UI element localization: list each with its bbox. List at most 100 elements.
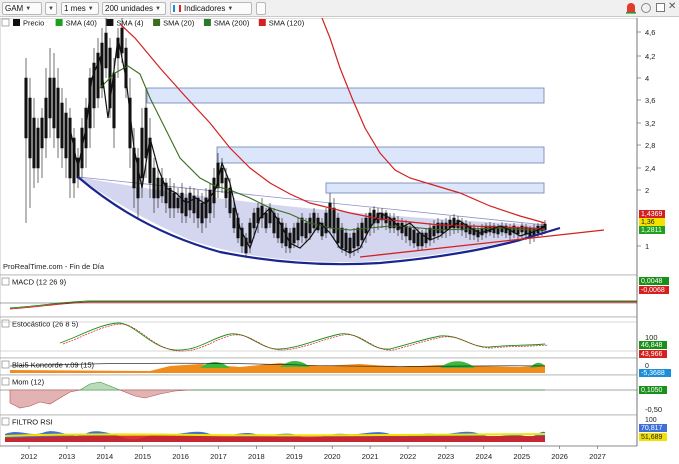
candle-body[interactable] xyxy=(328,202,332,229)
candle-body[interactable] xyxy=(332,207,336,234)
candle-body[interactable] xyxy=(384,212,388,224)
candle-body[interactable] xyxy=(340,227,344,249)
candle-body[interactable] xyxy=(228,187,232,214)
candle-body[interactable] xyxy=(104,32,108,69)
candle-body[interactable] xyxy=(144,107,148,159)
candle-body[interactable] xyxy=(312,212,316,229)
alarm-icon[interactable] xyxy=(624,1,638,15)
legend-swatch[interactable] xyxy=(55,19,63,26)
candle-body[interactable] xyxy=(232,207,236,229)
candle-body[interactable] xyxy=(68,117,72,179)
candle-body[interactable] xyxy=(404,225,408,237)
close-icon[interactable]: ✕ xyxy=(668,1,676,12)
period-label: 1 mes xyxy=(64,4,86,13)
candle-body[interactable] xyxy=(416,232,420,247)
options-button[interactable] xyxy=(256,2,266,15)
year-tick-label: 2027 xyxy=(589,452,606,461)
candle-body[interactable] xyxy=(200,202,204,224)
year-tick-label: 2015 xyxy=(134,452,151,461)
candle-body[interactable] xyxy=(172,192,176,209)
candle-body[interactable] xyxy=(52,77,56,129)
candle-body[interactable] xyxy=(184,197,188,217)
panel-menu-icon[interactable] xyxy=(1,360,10,369)
legend-swatch[interactable] xyxy=(13,19,20,26)
candle-body[interactable] xyxy=(264,212,268,229)
panel-menu-icon[interactable] xyxy=(1,377,10,386)
candle-body[interactable] xyxy=(176,197,180,209)
units-selector[interactable]: 200 unidades ▼ xyxy=(102,2,166,15)
panel-menu-icon[interactable] xyxy=(1,277,10,286)
panel-label: MACD (12 26 9) xyxy=(12,278,67,287)
candle-body[interactable] xyxy=(432,225,436,237)
legend-label: SMA (40) xyxy=(66,19,98,28)
legend-swatch[interactable] xyxy=(203,19,211,26)
crosshair-icon[interactable] xyxy=(1,18,10,27)
price-tick-label: 3,6 xyxy=(645,96,655,105)
price-tick-label: 4,2 xyxy=(645,52,655,61)
candle-body[interactable] xyxy=(308,217,312,234)
candle-body[interactable] xyxy=(156,177,160,199)
candle-body[interactable] xyxy=(336,217,340,244)
candle-body[interactable] xyxy=(224,177,228,199)
legend-swatch[interactable] xyxy=(258,19,266,26)
candle-body[interactable] xyxy=(152,167,156,199)
candle-body[interactable] xyxy=(428,227,432,241)
candle-body[interactable] xyxy=(356,227,360,247)
candle-body[interactable] xyxy=(304,222,308,239)
candle-body[interactable] xyxy=(48,77,52,119)
price-badge-value: 1,2811 xyxy=(641,227,662,234)
candle-body[interactable] xyxy=(412,229,416,244)
resistance-box[interactable] xyxy=(216,146,545,164)
candle-body[interactable] xyxy=(28,97,32,159)
candle-body[interactable] xyxy=(120,27,124,54)
panel-menu-icon[interactable] xyxy=(1,319,10,328)
candle-body[interactable] xyxy=(196,197,200,219)
candle-body[interactable] xyxy=(140,127,144,179)
price-tick-label: 3,2 xyxy=(645,119,655,128)
candle-body[interactable] xyxy=(248,222,252,244)
candle-body[interactable] xyxy=(352,232,356,249)
candle-body[interactable] xyxy=(24,77,28,139)
candle-body[interactable] xyxy=(348,237,352,254)
candle-body[interactable] xyxy=(40,117,44,149)
candle-body[interactable] xyxy=(32,117,36,169)
candle-body[interactable] xyxy=(220,167,224,184)
candle-body[interactable] xyxy=(344,232,348,251)
candle-body[interactable] xyxy=(252,212,256,229)
year-tick-label: 2025 xyxy=(513,452,530,461)
candle-body[interactable] xyxy=(364,217,368,234)
indicators-button[interactable]: Indicadores ▼ xyxy=(170,2,252,15)
candle-body[interactable] xyxy=(208,189,212,214)
candle-body[interactable] xyxy=(60,102,64,149)
candle-body[interactable] xyxy=(444,222,448,231)
stoch-badge-value: 43,966 xyxy=(641,351,663,358)
symbol-selector[interactable]: GAM ▼ xyxy=(2,2,42,15)
year-tick-label: 2019 xyxy=(286,452,303,461)
candle-body[interactable] xyxy=(360,222,364,241)
price-badge-value: 1,4369 xyxy=(641,211,663,218)
refresh-icon[interactable] xyxy=(641,3,651,13)
legend-swatch[interactable] xyxy=(153,19,161,26)
candle-body[interactable] xyxy=(180,192,184,214)
candle-body[interactable] xyxy=(36,127,40,169)
candle-body[interactable] xyxy=(204,197,208,219)
legend-label: Precio xyxy=(23,19,44,28)
candle-body[interactable] xyxy=(408,227,412,241)
candle-body[interactable] xyxy=(64,112,68,159)
candle-body[interactable] xyxy=(56,87,60,139)
year-tick-label: 2024 xyxy=(475,452,492,461)
chevron-down-icon: ▼ xyxy=(25,5,32,12)
candle-body[interactable] xyxy=(296,222,300,241)
rsi-red-area[interactable] xyxy=(5,435,545,442)
candle-body[interactable] xyxy=(292,227,296,244)
resistance-box[interactable] xyxy=(146,87,545,104)
symbol-menu-button[interactable]: ▼ xyxy=(45,2,57,15)
candle-body[interactable] xyxy=(300,217,304,237)
candle-body[interactable] xyxy=(44,97,48,139)
resistance-box[interactable] xyxy=(325,182,545,194)
legend-swatch[interactable] xyxy=(106,19,114,26)
year-tick-label: 2018 xyxy=(248,452,265,461)
window-icon[interactable] xyxy=(656,3,665,12)
panel-menu-icon[interactable] xyxy=(1,417,10,426)
period-selector[interactable]: 1 mes ▼ xyxy=(61,2,99,15)
